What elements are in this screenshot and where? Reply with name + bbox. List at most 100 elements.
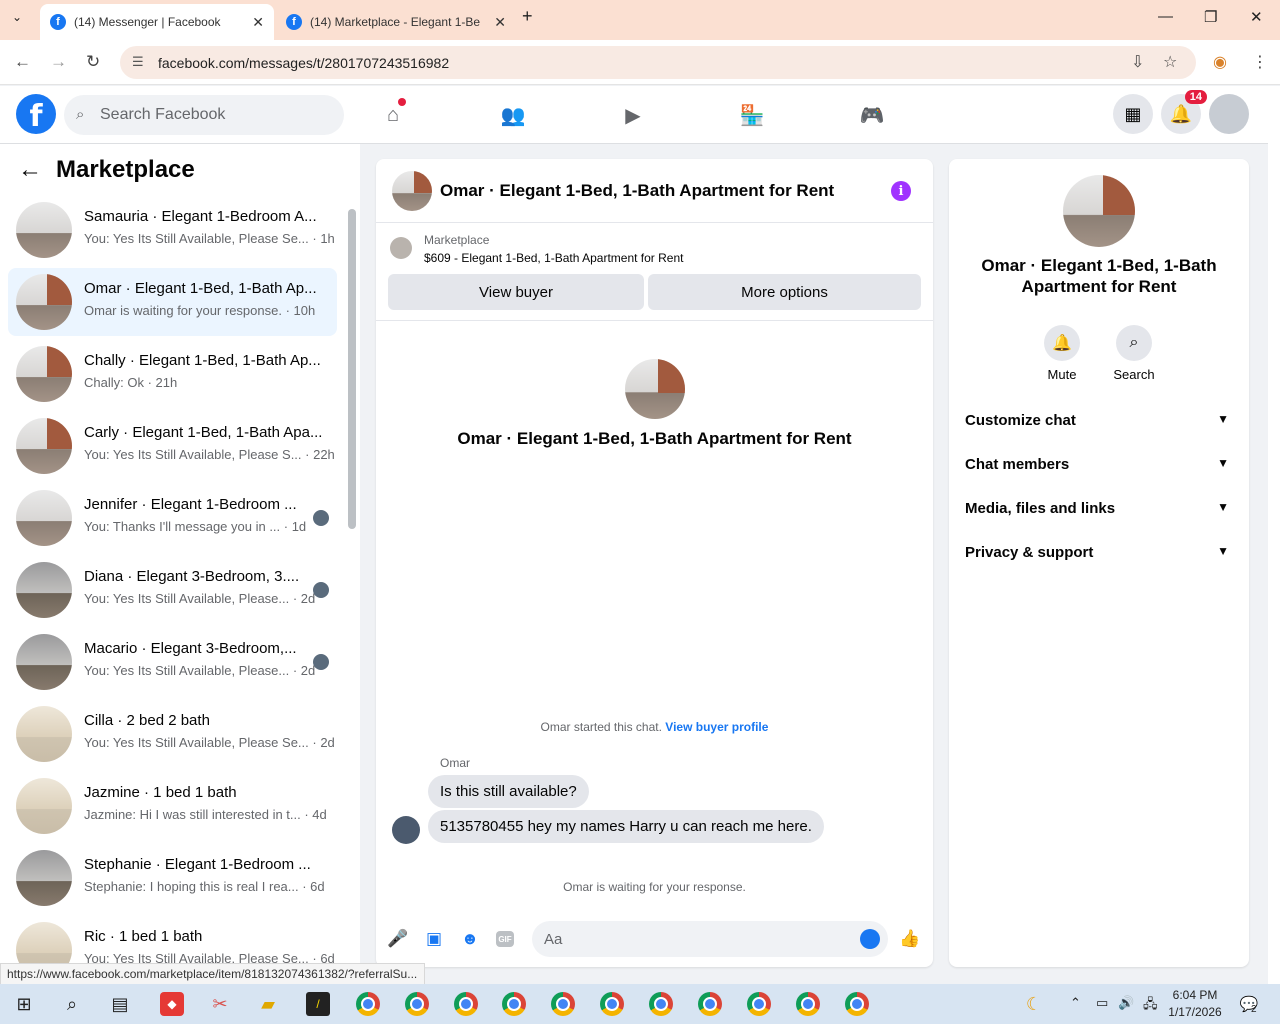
chrome-icon[interactable] [649,992,673,1016]
section-customize-chat[interactable]: Customize chat ▼ [965,412,1233,436]
sender-avatar[interactable] [392,816,420,844]
emoji-icon[interactable] [860,929,880,949]
message-bubble[interactable]: Is this still available? [428,775,589,808]
menu-dots-icon[interactable]: ⋮ [1252,52,1268,72]
search-button[interactable]: ⌕ Search [1104,325,1164,382]
conversation-item[interactable]: Jennifer · Elegant 1-Bedroom ... You: Tha… [8,484,337,552]
forward-icon[interactable]: → [50,52,67,72]
view-buyer-button[interactable]: View buyer [388,274,644,310]
tab-marketplace[interactable]: f (14) Marketplace - Elegant 1-Be ✕ [276,4,516,40]
chrome-icon[interactable] [796,992,820,1016]
taskbar-clock[interactable]: 6:04 PM 1/17/2026 [1165,987,1225,1021]
weather-moon-icon[interactable]: ☾ [1022,992,1046,1016]
friends-icon[interactable]: 👥 [498,100,528,130]
site-info-icon[interactable]: ☰ [132,54,144,70]
conversation-item[interactable]: Carly · Elegant 1-Bed, 1-Bath Apa... You:… [8,412,337,480]
profile-icon[interactable]: ◉ [1213,52,1227,72]
chrome-icon[interactable] [454,992,478,1016]
chrome-icon[interactable] [502,992,526,1016]
chat-avatar[interactable] [392,171,432,211]
chat-info-pane: Omar · Elegant 1-Bed, 1-Bath Apartment f… [949,159,1249,967]
back-icon[interactable]: ← [14,52,31,72]
facebook-favicon-icon: f [286,14,302,30]
sticky-notes-icon[interactable]: / [306,992,330,1016]
view-buyer-profile-link[interactable]: View buyer profile [665,720,768,734]
windows-start-icon[interactable]: ⊞ [12,992,36,1016]
close-tab-icon[interactable]: ✕ [494,14,506,31]
close-tab-icon[interactable]: ✕ [252,14,264,31]
conversation-item[interactable]: Jazmine · 1 bed 1 bath Jazmine: Hi I was … [8,772,337,840]
install-app-icon[interactable]: ⇩ [1131,52,1144,72]
more-options-button[interactable]: More options [648,274,921,310]
section-chat-members[interactable]: Chat members ▼ [965,456,1233,480]
anydesk-icon[interactable]: ◆ [160,992,184,1016]
file-explorer-icon[interactable]: ▰ [256,992,280,1016]
menu-grid-icon[interactable]: ▦ [1113,94,1153,134]
conversation-item[interactable]: Diana · Elegant 3-Bedroom, 3.... You: Yes… [8,556,337,624]
conversation-item[interactable]: Macario · Elegant 3-Bedroom,... You: Yes … [8,628,337,696]
reload-icon[interactable]: ↻ [86,52,100,72]
gaming-icon[interactable]: 🎮 [857,100,887,130]
chat-title[interactable]: Omar · Elegant 1-Bed, 1-Bath Apartment f… [440,181,834,201]
account-avatar[interactable] [1209,94,1249,134]
scrollbar-thumb[interactable] [348,209,356,529]
conversation-item[interactable]: Stephanie · Elegant 1-Bedroom ... Stephan… [8,844,337,912]
chrome-icon[interactable] [747,992,771,1016]
tab-search-icon[interactable]: ⌄ [12,10,22,24]
section-privacy-support[interactable]: Privacy & support ▼ [965,544,1233,568]
chrome-icon[interactable] [356,992,380,1016]
info-icon[interactable]: i [891,181,911,201]
conversation-item[interactable]: Chally · Elegant 1-Bed, 1-Bath Ap... Chal… [8,340,337,408]
chrome-icon[interactable] [600,992,624,1016]
conversation-item[interactable]: Cilla · 2 bed 2 bath You: Yes Its Still A… [8,700,337,768]
page-scrollbar[interactable] [1268,86,1280,984]
bookmark-star-icon[interactable]: ☆ [1163,52,1177,72]
thumbs-up-icon[interactable]: 👍 [899,929,920,949]
microphone-icon[interactable]: 🎤 [387,929,408,949]
tab-title: (14) Marketplace - Elegant 1-Be [310,15,481,29]
chrome-icon[interactable] [698,992,722,1016]
url-bar[interactable]: ☰ facebook.com/messages/t/28017072435169… [120,46,1196,79]
windows-taskbar: ⊞ ⌕ ▤ ◆ ✂ ▰ / ☾ ⌃ ▭ 🔊 🖧 6:04 PM 1/17/202… [0,984,1280,1024]
chrome-icon[interactable] [551,992,575,1016]
new-tab-icon[interactable]: + [522,6,533,27]
search-icon[interactable]: ⌕ [60,992,84,1016]
volume-icon[interactable]: 🔊 [1118,995,1134,1011]
close-window-icon[interactable]: ✕ [1250,8,1263,26]
restore-icon[interactable]: ❐ [1204,8,1217,26]
notifications-bell-icon[interactable]: 🔔 14 [1161,90,1207,134]
home-icon[interactable]: ⌂ [378,98,408,130]
listing-thumbnail[interactable] [390,237,412,259]
photo-icon[interactable]: ▣ [424,929,444,949]
sticker-icon[interactable]: ☻ [460,929,480,949]
snipping-icon[interactable]: ✂ [208,992,232,1016]
section-media-files-links[interactable]: Media, files and links ▼ [965,500,1233,524]
search-input[interactable]: ⌕ Search Facebook [64,95,344,135]
chrome-icon[interactable] [845,992,869,1016]
conversation-snippet: You: Thanks I'll message you in ... · 1d [84,519,307,534]
scrollbar[interactable] [347,199,357,529]
chrome-icon[interactable] [405,992,429,1016]
tab-messenger[interactable]: f (14) Messenger | Facebook ✕ [40,4,274,40]
message-composer: 🎤 ▣ ☻ GIF Aa 👍 [376,915,933,963]
notification-badge: 14 [1184,90,1207,104]
gif-icon[interactable]: GIF [496,931,514,947]
minimize-icon[interactable]: — [1158,8,1173,25]
watch-icon[interactable]: ▶ [618,100,648,130]
conversation-item[interactable]: Samauria · Elegant 1-Bedroom A... You: Ye… [8,196,337,264]
mute-button[interactable]: 🔔 Mute [1032,325,1092,382]
notifications-center-icon[interactable]: 💬 2 [1237,992,1261,1016]
conversation-item[interactable]: Omar · Elegant 1-Bed, 1-Bath Ap... Omar i… [8,268,337,336]
facebook-logo[interactable]: f [16,94,56,134]
marketplace-icon[interactable]: 🏪 [737,100,767,130]
message-input[interactable]: Aa [532,921,888,957]
task-view-icon[interactable]: ▤ [108,992,132,1016]
message-bubble[interactable]: 5135780455 hey my names Harry u can reac… [428,810,824,843]
chevron-down-icon: ▼ [1217,456,1229,470]
network-icon[interactable]: 🖧 [1143,995,1158,1017]
back-arrow-icon[interactable]: ← [18,156,42,184]
tray-chevron-icon[interactable]: ⌃ [1070,995,1081,1011]
conversation-item[interactable]: Ric · 1 bed 1 bath You: Yes Its Still Ava… [8,916,337,964]
listing-title[interactable]: $609 - Elegant 1-Bed, 1-Bath Apartment f… [424,251,684,265]
battery-icon[interactable]: ▭ [1096,995,1108,1011]
